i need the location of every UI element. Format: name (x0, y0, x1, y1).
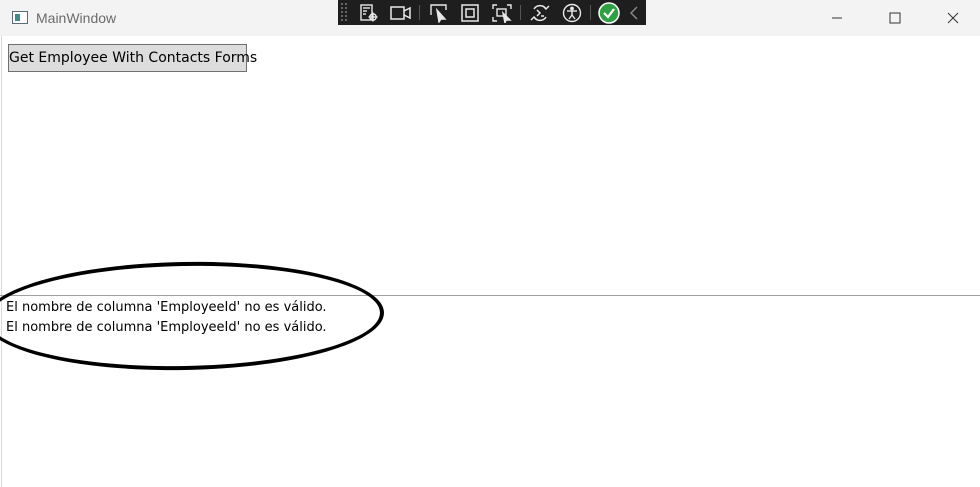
toolbar-grip-handle[interactable] (340, 2, 348, 23)
collapse-icon[interactable] (628, 0, 641, 25)
error-message: El nombre de columna 'EmployeeId' no es … (6, 320, 327, 335)
get-employee-with-contacts-button[interactable]: Get Employee With Contacts Forms (8, 44, 257, 72)
window-title: MainWindow (36, 10, 117, 26)
minimize-icon (832, 17, 842, 19)
error-message: El nombre de columna 'EmployeeId' no es … (6, 300, 327, 315)
display-layout-adorners-icon[interactable] (457, 0, 484, 25)
app-window-icon (12, 11, 28, 24)
select-element-icon[interactable] (425, 0, 452, 25)
accessibility-icon[interactable] (558, 0, 585, 25)
error-messages-panel: El nombre de columna 'EmployeeId' no es … (6, 298, 327, 338)
title-bar[interactable]: MainWindow (0, 0, 980, 36)
track-focus-icon[interactable] (489, 0, 516, 25)
minimize-button[interactable] (814, 0, 860, 36)
xaml-debug-toolbar (338, 0, 646, 25)
live-visual-tree-icon[interactable] (356, 0, 383, 25)
maximize-button[interactable] (872, 0, 918, 36)
toolbar-separator (520, 5, 522, 20)
close-icon (947, 12, 959, 24)
toolbar-separator (589, 5, 591, 20)
binding-check-icon[interactable] (596, 0, 623, 25)
hot-reload-icon[interactable] (526, 0, 553, 25)
maximize-icon (889, 12, 901, 24)
toolbar-separator (419, 5, 421, 20)
close-button[interactable] (930, 0, 976, 36)
record-icon[interactable] (387, 0, 414, 25)
panel-divider (0, 295, 980, 296)
window-left-border (1, 36, 2, 487)
